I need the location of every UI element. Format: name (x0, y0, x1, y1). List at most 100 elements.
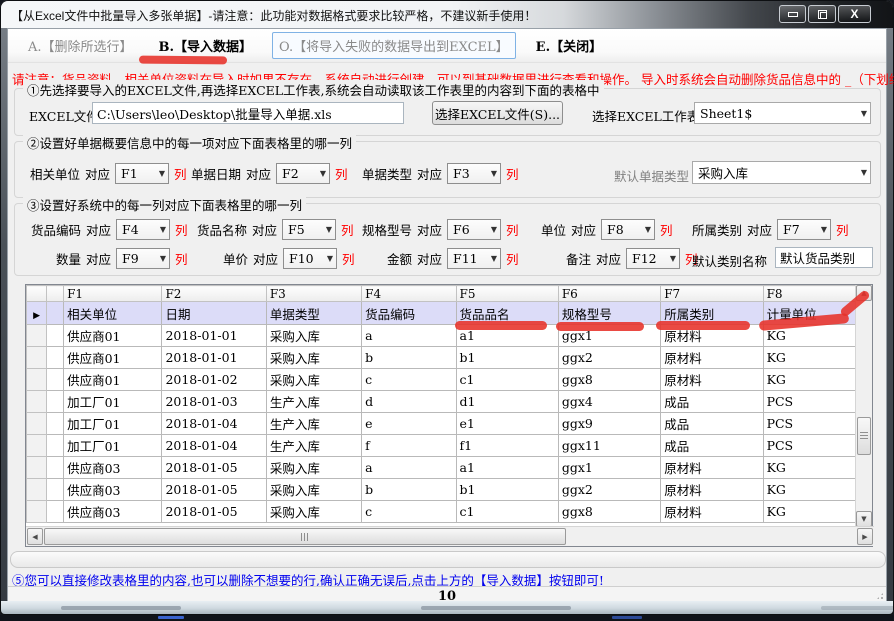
import-data-button[interactable]: B.【导入数据】 (153, 33, 259, 58)
export-failed-button[interactable]: O.【将导入失败的数据导出到EXCEL】 (272, 32, 516, 59)
grid-cell[interactable]: a1 (456, 457, 558, 479)
grid-cell[interactable]: 加工厂01 (64, 435, 162, 457)
grid-cell[interactable]: c (362, 501, 456, 523)
grid-cell[interactable]: PCS (763, 435, 856, 457)
grid-cell[interactable]: 采购入库 (266, 501, 361, 523)
grid-cell[interactable]: 供应商01 (64, 369, 162, 391)
horizontal-scrollbar[interactable]: ◀ ▶ (26, 526, 874, 546)
grid-cell[interactable]: c1 (456, 501, 558, 523)
grid-cell[interactable]: 采购入库 (266, 369, 361, 391)
default-doc-type-combo[interactable]: 采购入库▼ (692, 161, 871, 184)
grid-cell[interactable]: 2018-01-02 (162, 369, 266, 391)
grid-cell[interactable]: b1 (456, 347, 558, 369)
grid-cell[interactable]: d (362, 391, 456, 413)
grid-column-header-F2[interactable]: F2 (162, 286, 266, 302)
grid-cell[interactable]: ggx2 (558, 479, 660, 501)
grid-cell[interactable]: 2018-01-05 (162, 501, 266, 523)
grid-column-header-F4[interactable]: F4 (362, 286, 456, 302)
horizontal-scroll-thumb[interactable] (44, 528, 566, 545)
grid-row-header[interactable] (27, 457, 47, 479)
grid-cell[interactable]: 2018-01-01 (162, 325, 266, 347)
column-combo-related-unit[interactable]: F1▼ (115, 163, 169, 184)
grid-cell[interactable] (47, 347, 64, 369)
grid-column-header-F8[interactable]: F8 (763, 286, 856, 302)
grid-cell[interactable]: 加工厂01 (64, 413, 162, 435)
grid-cell[interactable]: 相关单位 (64, 302, 162, 325)
grid-cell[interactable]: 供应商03 (64, 479, 162, 501)
grid-cell[interactable]: 采购入库 (266, 457, 361, 479)
column-combo-item-code[interactable]: F4▼ (116, 219, 170, 240)
grid-cell[interactable] (47, 391, 64, 413)
grid-cell[interactable] (47, 501, 64, 523)
grid-cell[interactable]: ggx9 (558, 413, 660, 435)
grid-cell[interactable]: b (362, 347, 456, 369)
grid-column-header-F6[interactable]: F6 (558, 286, 660, 302)
grid-row-header[interactable] (27, 413, 47, 435)
vertical-scroll-thumb[interactable] (857, 417, 871, 455)
grid-cell[interactable]: e (362, 413, 456, 435)
grid-cell[interactable] (47, 413, 64, 435)
grid-cell[interactable]: 原材料 (661, 501, 763, 523)
grid-cell[interactable]: 供应商03 (64, 457, 162, 479)
grid-cell[interactable]: a (362, 457, 456, 479)
grid-cell[interactable]: KG (763, 347, 856, 369)
grid-cell[interactable]: ggx8 (558, 501, 660, 523)
column-combo-doc-type[interactable]: F3▼ (447, 163, 501, 184)
scroll-down-button[interactable]: ▼ (856, 511, 872, 527)
grid-cell[interactable]: 供应商01 (64, 325, 162, 347)
grid-row-header[interactable] (27, 347, 47, 369)
column-combo-spec-model[interactable]: F6▼ (447, 219, 501, 240)
grid-selected-cell[interactable] (47, 302, 64, 325)
grid-cell[interactable]: 2018-01-03 (162, 391, 266, 413)
grid-cell[interactable]: 成品 (661, 391, 763, 413)
grid-row-header[interactable] (27, 435, 47, 457)
grid-cell[interactable]: KG (763, 479, 856, 501)
grid-cell[interactable] (47, 479, 64, 501)
maximize-button[interactable] (808, 5, 836, 23)
grid-cell[interactable] (47, 457, 64, 479)
grid-cell[interactable]: 供应商03 (64, 501, 162, 523)
grid-cell[interactable]: c (362, 369, 456, 391)
grid-row-header[interactable] (27, 391, 47, 413)
column-combo-category[interactable]: F7▼ (777, 219, 831, 240)
grid-row-header[interactable] (27, 501, 47, 523)
column-combo-item-name[interactable]: F5▼ (282, 219, 336, 240)
grid-column-header-F1[interactable]: F1 (64, 286, 162, 302)
sheet-select-combo[interactable]: Sheet1$▼ (694, 102, 871, 124)
grid-cell[interactable]: 采购入库 (266, 479, 361, 501)
grid-cell[interactable]: 货品编码 (362, 302, 456, 325)
grid-row-header[interactable]: ▶ (27, 302, 47, 325)
grid-cell[interactable]: c1 (456, 369, 558, 391)
grid-cell[interactable]: ggx8 (558, 369, 660, 391)
grid-cell[interactable]: 采购入库 (266, 325, 361, 347)
grid-row-header[interactable] (27, 325, 47, 347)
grid-cell[interactable]: 2018-01-05 (162, 479, 266, 501)
grid-cell[interactable] (47, 435, 64, 457)
close-dialog-button[interactable]: E.【关闭】 (530, 33, 608, 58)
grid-corner-header[interactable] (47, 286, 64, 302)
grid-cell[interactable]: 原材料 (661, 347, 763, 369)
grid-row-header[interactable] (27, 479, 47, 501)
grid-cell[interactable]: KG (763, 501, 856, 523)
grid-cell[interactable]: 生产入库 (266, 391, 361, 413)
grid-cell[interactable]: ggx4 (558, 391, 660, 413)
choose-excel-file-button[interactable]: 选择EXCEL文件(S)... (432, 101, 563, 125)
grid-cell[interactable]: 2018-01-01 (162, 347, 266, 369)
grid-cell[interactable]: 生产入库 (266, 435, 361, 457)
grid-column-header-F7[interactable]: F7 (661, 286, 763, 302)
grid-cell[interactable]: 原材料 (661, 479, 763, 501)
column-combo-quantity[interactable]: F9▼ (116, 248, 170, 269)
grid-cell[interactable]: 成品 (661, 435, 763, 457)
grid-cell[interactable]: PCS (763, 391, 856, 413)
grid-cell[interactable] (47, 369, 64, 391)
grid-cell[interactable]: 2018-01-05 (162, 457, 266, 479)
grid-row-header[interactable] (27, 369, 47, 391)
grid-cell[interactable]: ggx2 (558, 347, 660, 369)
scroll-right-button[interactable]: ▶ (857, 528, 873, 545)
grid-cell[interactable]: PCS (763, 413, 856, 435)
scroll-left-button[interactable]: ◀ (27, 528, 43, 545)
grid-cell[interactable]: b (362, 479, 456, 501)
grid-cell[interactable]: 采购入库 (266, 347, 361, 369)
column-combo-unit[interactable]: F8▼ (601, 219, 655, 240)
grid-column-header-F5[interactable]: F5 (456, 286, 558, 302)
